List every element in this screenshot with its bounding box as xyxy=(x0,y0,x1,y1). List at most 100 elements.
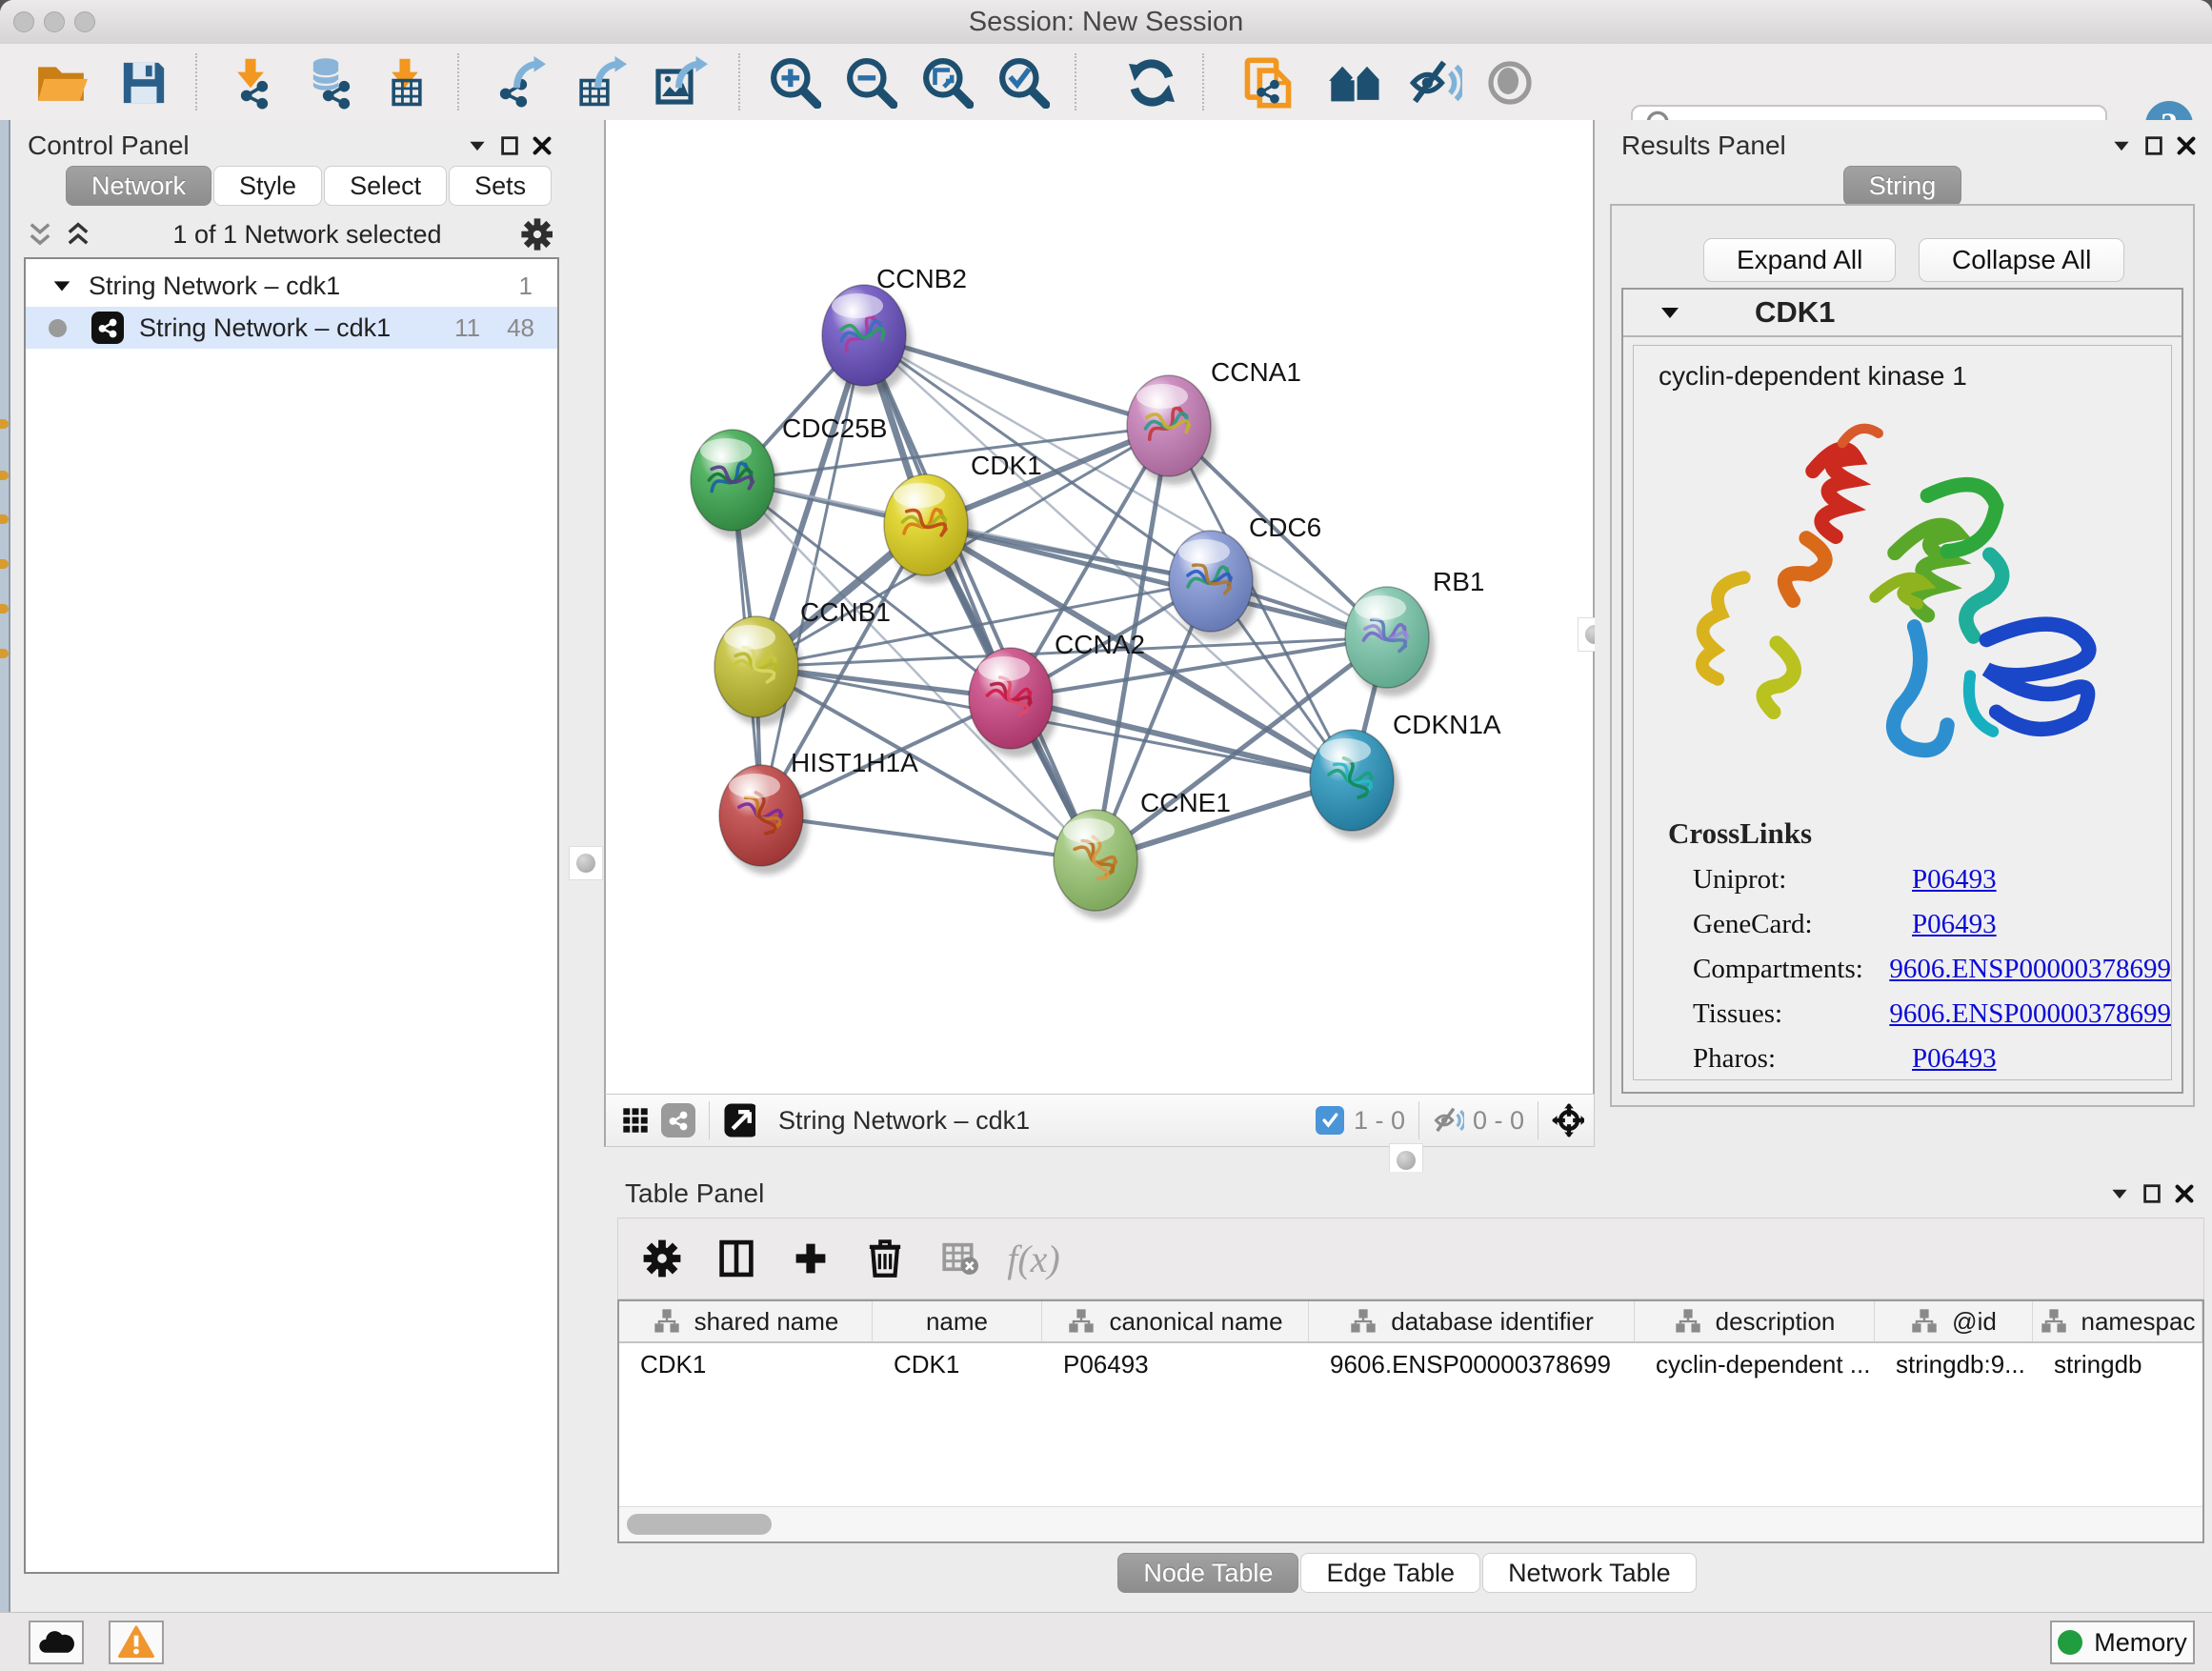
table-cell: stringdb:9... xyxy=(1875,1343,2033,1385)
control-panel-close-button[interactable] xyxy=(526,130,558,162)
tab-string[interactable]: String xyxy=(1843,166,1962,206)
tab-network[interactable]: Network xyxy=(66,166,211,206)
crosslink-link[interactable]: P06493 xyxy=(1912,1043,1997,1075)
edge-CCNA2-CDKN1A[interactable] xyxy=(1011,698,1352,780)
warning-status-button[interactable] xyxy=(109,1621,164,1664)
column-header-database-identifier[interactable]: database identifier xyxy=(1309,1301,1635,1341)
table-row[interactable]: CDK1CDK1P064939606.ENSP00000378699cyclin… xyxy=(619,1343,2202,1385)
node-RB1[interactable]: RB1 xyxy=(1345,567,1484,696)
gene-details: cyclin-dependent kinase 1 xyxy=(1633,345,2172,1080)
node-CDC6[interactable]: CDC6 xyxy=(1169,513,1321,640)
refresh-button[interactable] xyxy=(1124,55,1179,111)
zoom-in-button[interactable] xyxy=(768,55,823,111)
column-header-namespac[interactable]: namespac xyxy=(2033,1301,2202,1341)
gene-description: cyclin-dependent kinase 1 xyxy=(1659,361,2171,392)
collapse-all-networks-icon[interactable] xyxy=(24,218,56,251)
save-session-button[interactable] xyxy=(116,55,171,111)
fit-content-icon[interactable] xyxy=(1552,1104,1584,1137)
show-panel-button[interactable] xyxy=(1482,55,1538,111)
delete-table-icon xyxy=(929,1230,990,1287)
table-horizontal-scrollbar[interactable] xyxy=(619,1506,2202,1541)
zoom-out-button[interactable] xyxy=(844,55,899,111)
status-bar: Memory xyxy=(0,1612,2212,1671)
crosslink-link[interactable]: P06493 xyxy=(1912,909,1997,940)
export-network-button[interactable] xyxy=(492,55,547,111)
hidden-eye-icon[interactable] xyxy=(1433,1104,1465,1137)
table-panel-title: Table Panel xyxy=(625,1178,764,1209)
node-CCNA1[interactable]: CCNA1 xyxy=(1127,357,1301,485)
import-network-button[interactable] xyxy=(225,55,280,111)
collection-expander-icon[interactable] xyxy=(50,274,73,297)
table-panel-close-button[interactable] xyxy=(2168,1178,2201,1210)
node-HIST1H1A[interactable]: HIST1H1A xyxy=(719,748,918,875)
cloud-status-button[interactable] xyxy=(29,1621,84,1664)
delete-column-icon[interactable] xyxy=(855,1230,915,1287)
selected-checkbox[interactable] xyxy=(1316,1106,1344,1135)
network-options-gear-icon[interactable] xyxy=(520,218,553,251)
scrollbar-thumb[interactable] xyxy=(627,1514,772,1535)
expand-all-button[interactable]: Expand All xyxy=(1703,238,1896,282)
results-panel-float-button[interactable] xyxy=(2138,130,2170,162)
memory-button[interactable]: Memory xyxy=(2050,1621,2195,1664)
home-button[interactable] xyxy=(1326,55,1381,111)
tab-node-table[interactable]: Node Table xyxy=(1117,1553,1298,1593)
column-header-canonical-name[interactable]: canonical name xyxy=(1042,1301,1309,1341)
results-panel-close-button[interactable] xyxy=(2170,130,2202,162)
tab-sets[interactable]: Sets xyxy=(449,166,552,206)
table-panel-float-button[interactable] xyxy=(2136,1178,2168,1210)
collapse-all-button[interactable]: Collapse All xyxy=(1919,238,2124,282)
column-header-shared-name[interactable]: shared name xyxy=(619,1301,873,1341)
gene-name: CDK1 xyxy=(1755,295,1835,330)
open-session-button[interactable] xyxy=(34,55,90,111)
collection-label: String Network – cdk1 xyxy=(89,272,340,301)
select-columns-icon[interactable] xyxy=(706,1230,767,1287)
zoom-fit-button[interactable] xyxy=(920,55,975,111)
crosslink-link[interactable]: P06493 xyxy=(1912,864,1997,896)
node-label-CCNB1: CCNB1 xyxy=(800,597,891,627)
import-table-button[interactable] xyxy=(377,55,432,111)
results-panel-menu-button[interactable] xyxy=(2105,130,2138,162)
control-panel-float-button[interactable] xyxy=(493,130,526,162)
copy-network-button[interactable] xyxy=(1240,55,1296,111)
network-canvas[interactable]: CCNB2CCNA1CDC25BCDK1CDC6RB1CCNB1CCNA2CDK… xyxy=(604,120,1595,1094)
detach-view-icon[interactable] xyxy=(723,1104,755,1137)
node-CCNA2[interactable]: CCNA2 xyxy=(969,630,1145,757)
hide-panel-button[interactable] xyxy=(1408,55,1463,111)
gene-section-header[interactable]: CDK1 xyxy=(1623,290,2182,337)
left-splitter-handle[interactable] xyxy=(569,846,603,880)
column-header-@id[interactable]: @id xyxy=(1875,1301,2033,1341)
add-column-icon[interactable] xyxy=(780,1230,841,1287)
edge-CCNB2-HIST1H1A[interactable] xyxy=(761,335,864,815)
node-CCNB2[interactable]: CCNB2 xyxy=(822,264,967,394)
export-image-button[interactable] xyxy=(654,55,709,111)
tab-network-table[interactable]: Network Table xyxy=(1482,1553,1697,1593)
table-settings-gear-icon[interactable] xyxy=(632,1230,693,1287)
section-expander-icon[interactable] xyxy=(1658,300,1682,325)
edge-HIST1H1A-CCNE1[interactable] xyxy=(761,815,1096,860)
node-CDKN1A[interactable]: CDKN1A xyxy=(1310,710,1501,839)
grid-view-icon[interactable] xyxy=(619,1104,652,1137)
crosslink-row: Compartments:9606.ENSP00000378699 xyxy=(1693,954,2171,985)
import-network-from-database-button[interactable] xyxy=(301,55,356,111)
tab-style[interactable]: Style xyxy=(213,166,322,206)
network-share-icon[interactable] xyxy=(661,1103,695,1137)
zoom-selected-button[interactable] xyxy=(996,55,1052,111)
network-row-selected[interactable]: String Network – cdk1 11 48 xyxy=(26,307,557,349)
tab-select[interactable]: Select xyxy=(324,166,447,206)
network-collection-row[interactable]: String Network – cdk1 1 xyxy=(26,265,557,307)
expand-all-networks-icon[interactable] xyxy=(62,218,94,251)
control-panel-menu-button[interactable] xyxy=(461,130,493,162)
column-header-name[interactable]: name xyxy=(873,1301,1042,1341)
table-panel-menu-button[interactable] xyxy=(2103,1178,2136,1210)
column-header-description[interactable]: description xyxy=(1635,1301,1875,1341)
crosslink-row: Uniprot:P06493 xyxy=(1693,864,2171,896)
export-table-button[interactable] xyxy=(573,55,628,111)
tab-edge-table[interactable]: Edge Table xyxy=(1300,1553,1480,1593)
node-CCNE1[interactable]: CCNE1 xyxy=(1054,788,1231,919)
crosslink-link[interactable]: 9606.ENSP00000378699 xyxy=(1889,998,2171,1030)
edge-CCNB2-CCNE1[interactable] xyxy=(864,335,1096,860)
crosslink-link[interactable]: 9606.ENSP00000378699 xyxy=(1889,954,2171,985)
network-view-toolbar: String Network – cdk1 1 - 0 0 - 0 xyxy=(604,1094,1595,1147)
node-CDC25B[interactable]: CDC25B xyxy=(691,413,887,539)
network-node-count: 11 xyxy=(454,313,480,343)
